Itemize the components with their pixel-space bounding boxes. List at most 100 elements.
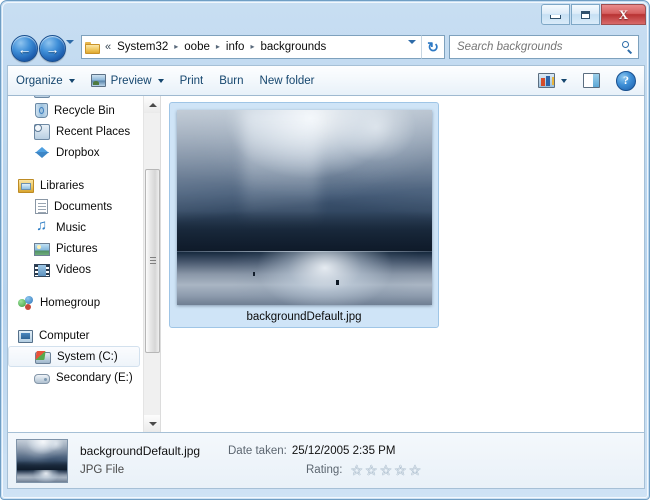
- sidebar-item-system-c[interactable]: System (C:): [8, 346, 140, 367]
- sidebar-item-label: Recent Places: [56, 125, 131, 138]
- homegroup-icon: [18, 295, 34, 311]
- breadcrumb-item-oobe[interactable]: oobe: [182, 40, 212, 54]
- music-icon: [34, 218, 50, 236]
- nav-group-gap: [8, 280, 143, 292]
- breadcrumb-separator-icon[interactable]: ▸: [174, 43, 178, 51]
- sidebar-item-music[interactable]: Music: [8, 217, 143, 238]
- rating-star-4[interactable]: ☆: [394, 463, 407, 477]
- recent-pages-button[interactable]: [66, 40, 75, 61]
- organize-button[interactable]: Organize: [8, 68, 83, 93]
- search-icon: [621, 40, 634, 54]
- breadcrumb-item-info[interactable]: info: [224, 40, 247, 54]
- rating-star-5[interactable]: ☆: [409, 463, 422, 477]
- artwork-boat: [253, 271, 255, 276]
- address-bar[interactable]: « System32 ▸ oobe ▸ info ▸ backgrounds: [81, 35, 421, 61]
- rating-star-2[interactable]: ☆: [365, 463, 378, 477]
- minimize-button[interactable]: [541, 4, 570, 25]
- list-item[interactable]: backgroundDefault.jpg: [169, 102, 439, 328]
- explorer-body: Recent Places Recycle Bin Recent Places …: [7, 96, 645, 432]
- title-bar: X: [1, 1, 649, 31]
- status-badge[interactable]: ☆ ☆ ☆ ☆ ☆: [350, 463, 423, 477]
- search-input[interactable]: [457, 41, 621, 53]
- breadcrumb-item-backgrounds[interactable]: backgrounds: [258, 40, 328, 54]
- rating-star-1[interactable]: ☆: [350, 463, 363, 477]
- sidebar-item-recent-places-2[interactable]: Recent Places: [8, 121, 143, 142]
- show-preview-pane-button[interactable]: [575, 68, 608, 93]
- artwork-sea-layer: [17, 470, 67, 482]
- drive-icon: [34, 374, 50, 384]
- search-box[interactable]: [449, 35, 639, 59]
- sidebar-item-libraries[interactable]: Libraries: [8, 175, 143, 196]
- rating-star-3[interactable]: ☆: [380, 463, 393, 477]
- recent-places-icon: [34, 96, 50, 98]
- preview-label: Preview: [110, 74, 152, 87]
- back-button[interactable]: ←: [11, 35, 38, 62]
- details-thumbnail: [16, 438, 68, 483]
- address-toolbar: ← → « System32 ▸ oobe ▸ info ▸ backgroun…: [1, 31, 649, 65]
- sidebar-item-computer[interactable]: Computer: [8, 325, 143, 346]
- close-button[interactable]: X: [601, 4, 646, 25]
- address-history-button[interactable]: [408, 40, 417, 61]
- change-view-button[interactable]: [530, 68, 575, 93]
- scroll-up-button[interactable]: [144, 96, 160, 113]
- recycle-bin-icon: [35, 103, 48, 118]
- chevron-down-icon: [148, 421, 157, 426]
- burn-label: Burn: [219, 74, 244, 87]
- preview-button[interactable]: Preview: [83, 68, 172, 93]
- sidebar-item-label: Libraries: [40, 179, 85, 192]
- details-info: backgroundDefault.jpg Date taken: 25/12/…: [80, 441, 423, 481]
- breadcrumb-separator-icon[interactable]: ▸: [216, 43, 220, 51]
- chevron-down-icon: [68, 78, 75, 83]
- scroll-down-button[interactable]: [144, 415, 160, 432]
- thumbnail-artwork: [17, 439, 67, 482]
- sidebar-item-recycle-bin[interactable]: Recycle Bin: [8, 100, 143, 121]
- dropbox-icon: [34, 145, 50, 161]
- details-date-taken-value[interactable]: 25/12/2005 2:35 PM: [292, 445, 396, 457]
- sidebar-item-pictures[interactable]: Pictures: [8, 238, 143, 259]
- forward-button[interactable]: →: [39, 35, 66, 62]
- help-button[interactable]: ?: [608, 68, 644, 93]
- artwork-boat: [335, 279, 339, 285]
- file-list-view[interactable]: backgroundDefault.jpg: [160, 96, 644, 432]
- documents-icon: [35, 199, 48, 214]
- file-name-label: backgroundDefault.jpg: [246, 311, 362, 323]
- nav-group-gap: [8, 163, 143, 175]
- caption-button-group: X: [541, 4, 646, 25]
- scrollbar-thumb[interactable]: [145, 169, 160, 353]
- sidebar-item-secondary-e[interactable]: Secondary (E:): [8, 367, 143, 388]
- hard-drive-icon: [35, 351, 51, 364]
- burn-button[interactable]: Burn: [211, 68, 251, 93]
- navigation-pane-scrollbar[interactable]: [143, 96, 160, 432]
- chevron-down-icon: [408, 40, 416, 61]
- sidebar-item-homegroup[interactable]: Homegroup: [8, 292, 143, 313]
- refresh-button[interactable]: ↻: [421, 35, 445, 59]
- nav-group-gap: [8, 313, 143, 325]
- chevron-down-icon: [561, 78, 567, 83]
- thumbnail-artwork: [176, 110, 432, 305]
- new-folder-button[interactable]: New folder: [252, 68, 323, 93]
- sidebar-item-videos[interactable]: Videos: [8, 259, 143, 280]
- details-file-name: backgroundDefault.jpg: [80, 444, 201, 458]
- sidebar-item-dropbox[interactable]: Dropbox: [8, 142, 143, 163]
- preview-icon: [90, 74, 106, 87]
- help-icon: ?: [616, 70, 636, 91]
- maximize-button[interactable]: [571, 4, 600, 25]
- folder-icon: [85, 41, 100, 54]
- minimize-icon: [550, 15, 561, 19]
- print-button[interactable]: Print: [172, 68, 212, 93]
- breadcrumb-separator-icon[interactable]: ▸: [250, 43, 254, 51]
- sidebar-item-label: Music: [56, 221, 87, 234]
- details-file-type: JPG File: [80, 464, 125, 476]
- breadcrumb-overflow-icon[interactable]: «: [105, 41, 111, 53]
- artwork-dark-band: [176, 211, 432, 255]
- chevron-down-icon: [157, 78, 164, 83]
- sidebar-item-label: Pictures: [56, 242, 98, 255]
- forward-arrow-icon: →: [45, 40, 60, 57]
- maximize-icon: [581, 10, 590, 19]
- sidebar-item-documents[interactable]: Documents: [8, 196, 143, 217]
- organize-label: Organize: [16, 74, 63, 87]
- details-row-primary: backgroundDefault.jpg Date taken: 25/12/…: [80, 442, 423, 461]
- new-folder-label: New folder: [259, 74, 315, 87]
- chevron-up-icon: [148, 102, 157, 107]
- breadcrumb-item-system32[interactable]: System32: [115, 40, 170, 54]
